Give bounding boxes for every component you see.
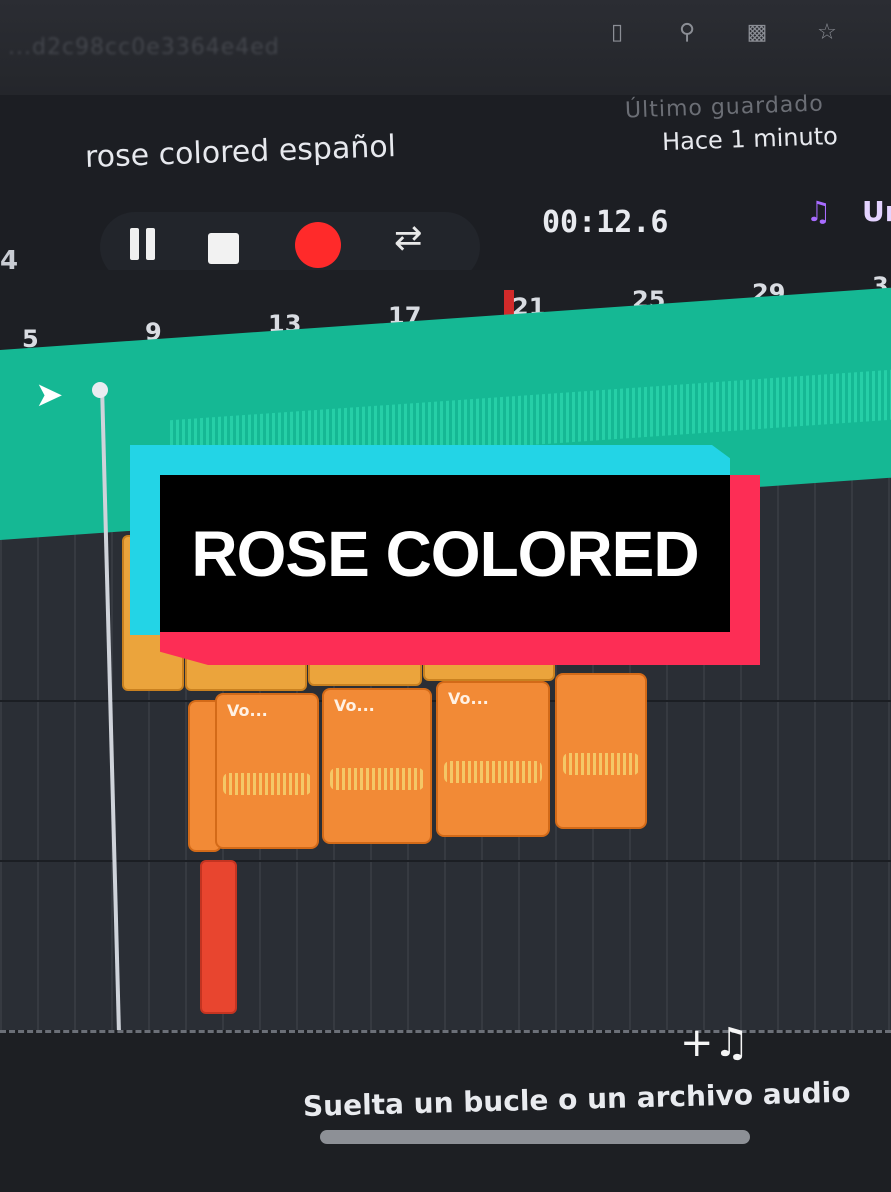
sidebar-icon[interactable]: ▯: [602, 18, 632, 48]
clip-waveform: [444, 761, 542, 783]
overlay-black-box: ROSE COLORED: [160, 475, 730, 632]
clip-label: Vo...: [448, 689, 489, 708]
vocal-clip[interactable]: [555, 673, 647, 829]
red-clip[interactable]: [200, 860, 237, 1014]
horizontal-scrollbar[interactable]: [320, 1130, 750, 1144]
clip-waveform: [563, 753, 639, 775]
vocal-clip[interactable]: Vo...: [215, 693, 319, 849]
url-bar[interactable]: ...d2c98cc0e3364e4ed: [8, 35, 280, 60]
playhead-knob[interactable]: [92, 382, 108, 398]
search-icon[interactable]: ⚲: [672, 18, 702, 48]
cast-icon[interactable]: ▩: [742, 18, 772, 48]
add-music-icon[interactable]: +♫: [680, 1020, 749, 1066]
clip-label: Vo...: [227, 701, 268, 720]
track-divider: [0, 860, 891, 862]
time-display: 00:12.6: [542, 205, 669, 240]
overlay-title-card: ROSE COLORED: [130, 445, 760, 665]
vocal-clip[interactable]: Vo...: [436, 681, 550, 837]
bookmark-star-icon[interactable]: ☆: [812, 18, 842, 48]
music-button-label[interactable]: Ur: [862, 195, 891, 228]
music-note-icon[interactable]: ♫: [806, 195, 831, 228]
clip-waveform: [330, 768, 424, 790]
clip-waveform: [223, 773, 311, 795]
mouse-cursor-icon: ➤: [35, 375, 64, 415]
pause-button[interactable]: [130, 228, 158, 268]
pause-icon: [130, 228, 139, 260]
overlay-title-text: ROSE COLORED: [191, 517, 699, 590]
browser-toolbar: ...d2c98cc0e3364e4ed ▯ ⚲ ▩ ☆: [0, 0, 891, 95]
stop-button[interactable]: [208, 233, 239, 264]
record-button[interactable]: [295, 222, 341, 268]
clip-label: Vo...: [334, 696, 375, 715]
loop-icon[interactable]: ⇄: [394, 218, 423, 258]
vocal-clip[interactable]: Vo...: [322, 688, 432, 844]
